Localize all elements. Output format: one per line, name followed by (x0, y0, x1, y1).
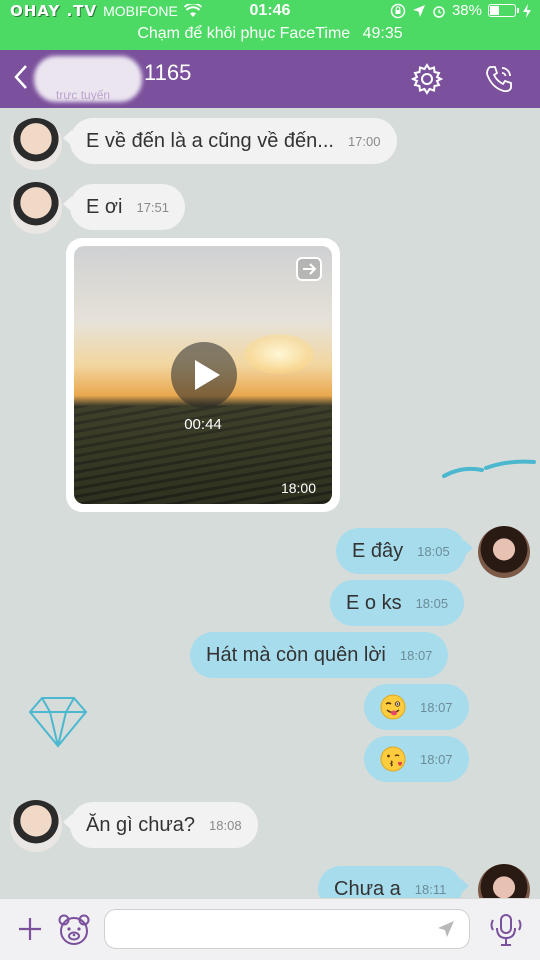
facetime-text: Chạm để khôi phục FaceTime (137, 25, 351, 42)
play-button[interactable] (171, 342, 237, 408)
message-list[interactable]: E về đến là a cũng về đến... 17:00 E ơi … (0, 108, 540, 898)
charging-icon (523, 3, 531, 18)
settings-button[interactable] (410, 62, 444, 96)
send-button[interactable] (436, 919, 458, 941)
forward-icon (296, 257, 322, 281)
plus-icon (19, 918, 41, 940)
message-text: E ơi (86, 195, 123, 218)
message-text: Chưa a (334, 877, 401, 899)
message-input[interactable] (104, 909, 470, 949)
status-bar: OHAY .TV MOBIFONE 01:46 38% Chạm để khôi… (0, 0, 540, 50)
add-attachment-button[interactable] (14, 913, 46, 945)
user-avatar[interactable] (478, 526, 530, 578)
message-composer (0, 898, 540, 960)
call-button[interactable] (482, 62, 516, 96)
message-bubble-incoming[interactable]: E ơi 17:51 (62, 184, 186, 230)
message-time: 17:00 (347, 133, 381, 149)
message-text: E o ks (346, 591, 402, 614)
gear-icon (410, 63, 444, 95)
chat-header: trực tuyến 1165 (0, 50, 540, 108)
message-time: 18:05 (415, 595, 449, 611)
sticker-button[interactable] (56, 911, 92, 947)
rotation-lock-icon (390, 3, 406, 18)
message-bubble-outgoing[interactable]: E o ks 18:05 (330, 580, 465, 626)
video-message[interactable]: 00:44 18:00 (66, 238, 340, 512)
facetime-timer: 49:35 (362, 25, 403, 42)
message-bubble-outgoing[interactable]: E đây 18:05 (336, 528, 473, 574)
facetime-banner[interactable]: Chạm để khôi phục FaceTime 49:35 (0, 25, 540, 43)
sunset-glow (244, 334, 314, 374)
message-bubble-outgoing[interactable]: Hát mà còn quên lời 18:07 (190, 632, 449, 678)
microphone-icon (490, 914, 522, 946)
battery-icon (488, 4, 519, 17)
message-text: Hát mà còn quên lời (206, 643, 386, 666)
message-time: 18:08 (209, 817, 242, 833)
forward-button[interactable] (294, 254, 324, 284)
face-blowing-kiss-icon (380, 746, 406, 772)
wave-decoration (442, 459, 536, 478)
phone-call-icon (486, 66, 512, 93)
message-bubble-incoming[interactable]: Ăn gì chưa? 18:08 (63, 802, 258, 848)
message-bubble-outgoing[interactable]: 18:07 (364, 736, 469, 782)
message-bubble-outgoing[interactable]: 18:07 (364, 684, 469, 730)
message-text: E đây (352, 539, 404, 562)
message-time: 18:07 (420, 751, 453, 767)
battery-percent: 38% (451, 2, 482, 19)
contact-status: trực tuyến (56, 88, 111, 102)
message-time: 17:51 (136, 199, 170, 215)
message-time: 18:07 (399, 647, 433, 663)
send-arrow-icon (438, 921, 454, 937)
contact-name[interactable]: 1165 (144, 60, 191, 86)
message-bubble-incoming[interactable]: E về đến là a cũng về đến... 17:00 (63, 118, 397, 164)
message-text: Ăn gì chưa? (86, 813, 196, 836)
video-thumbnail[interactable]: 00:44 18:00 (74, 246, 332, 504)
contact-avatar[interactable] (10, 118, 62, 170)
diamond-decoration (28, 697, 88, 748)
location-icon (412, 4, 425, 17)
message-time: 18:05 (417, 543, 450, 559)
message-time: 18:07 (420, 699, 453, 715)
winking-face-tongue-icon (380, 694, 406, 720)
video-duration: 00:44 (184, 416, 222, 433)
message-time: 18:00 (280, 480, 316, 496)
message-bubble-outgoing[interactable]: Chưa a 18:11 (318, 866, 470, 899)
contact-avatar[interactable] (10, 182, 62, 234)
contact-avatar[interactable] (10, 800, 62, 852)
message-time: 18:11 (414, 881, 447, 897)
user-avatar[interactable] (478, 864, 530, 898)
voice-message-button[interactable] (486, 911, 526, 949)
alarm-icon (433, 5, 445, 18)
message-text: E về đến là a cũng về đến... (86, 129, 334, 152)
bear-sticker-icon (58, 914, 90, 945)
